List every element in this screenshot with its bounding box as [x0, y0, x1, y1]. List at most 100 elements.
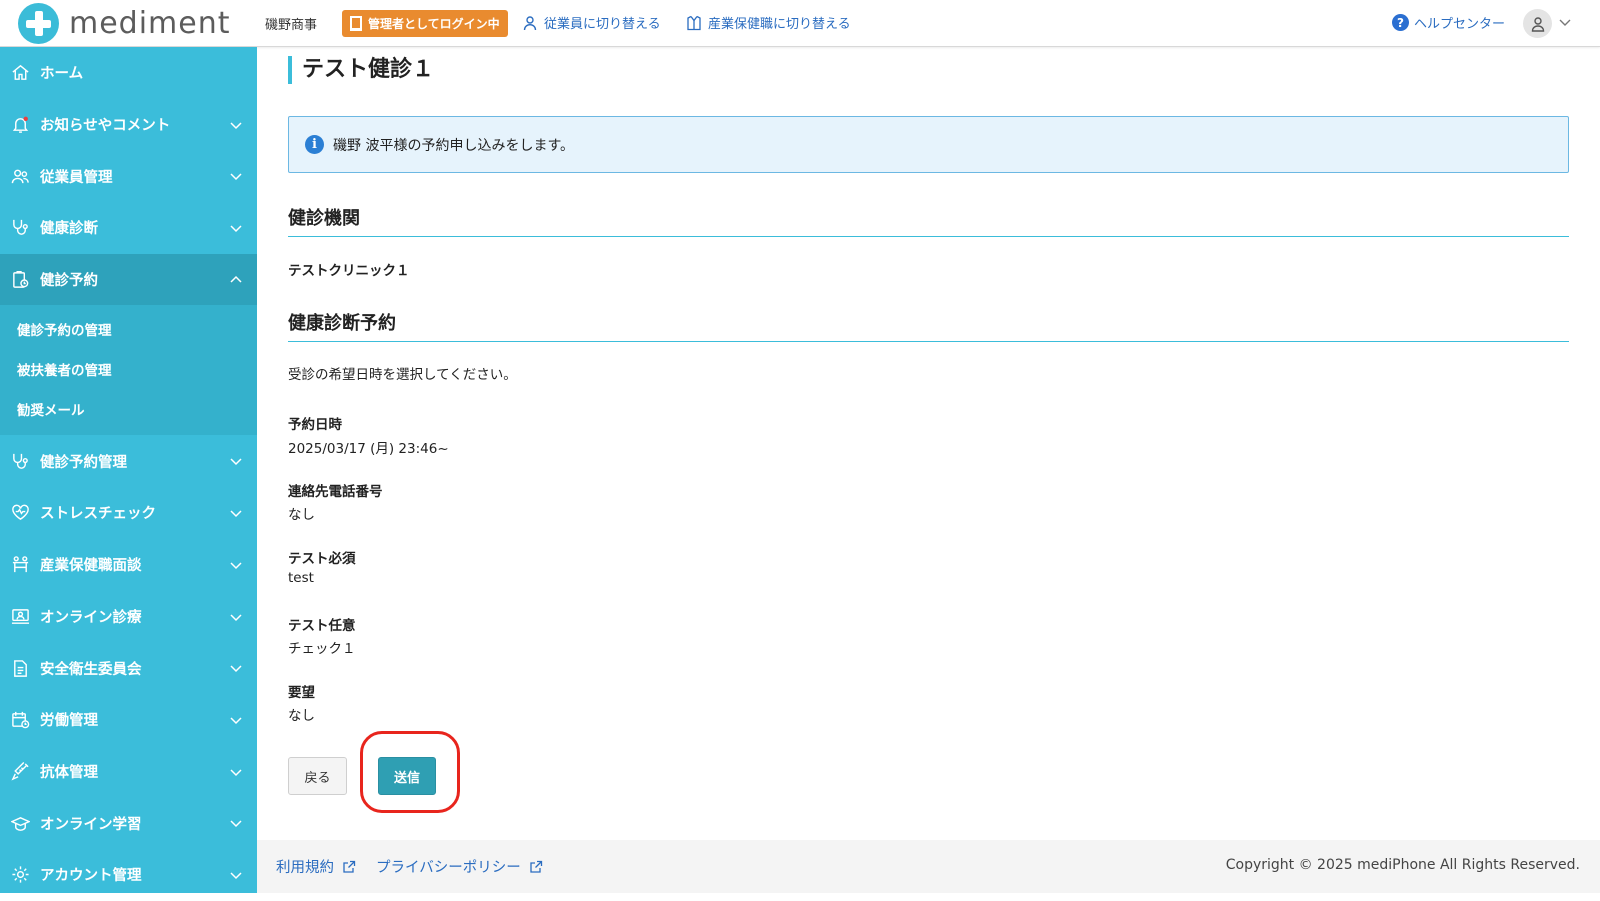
chevron-down-icon: [230, 872, 242, 879]
chevron-down-icon[interactable]: [1558, 15, 1572, 29]
help-center-label: ヘルプセンター: [1414, 17, 1506, 32]
submenu-item-reservation-manage[interactable]: 健診予約の管理: [0, 309, 257, 349]
field-label-request: 要望: [288, 685, 315, 701]
back-button[interactable]: 戻る: [288, 757, 347, 795]
sidebar-item-safety-committee[interactable]: 安全衛生委員会: [0, 642, 257, 694]
terms-link[interactable]: 利用規約: [276, 856, 356, 877]
people-icon: [10, 166, 30, 186]
reservation-instruction: 受診の希望日時を選択してください。: [288, 367, 517, 383]
logo-cross-icon: [18, 3, 59, 44]
chevron-down-icon: [230, 458, 242, 466]
sidebar-item-online-learning[interactable]: オンライン学習: [0, 797, 257, 849]
lab-coat-icon: [687, 15, 701, 30]
user-icon: [1531, 16, 1544, 32]
sidebar-item-label: 抗体管理: [40, 764, 98, 781]
document-icon: [10, 658, 30, 678]
switch-occupational-link[interactable]: 産業保健職に切り替える: [686, 13, 851, 32]
sidebar-item-label: オンライン診療: [40, 609, 142, 626]
sidebar-item-label: 健診予約管理: [40, 454, 127, 471]
field-label-phone: 連絡先電話番号: [288, 484, 383, 500]
person-icon: [523, 15, 537, 30]
field-label-test-optional: テスト任意: [288, 618, 356, 634]
institution-name: テストクリニック１: [288, 263, 410, 279]
sidebar-submenu: 健診予約の管理 被扶養者の管理 勧奨メール: [0, 305, 257, 436]
chevron-down-icon: [230, 717, 242, 724]
switch-occupational-label: 産業保健職に切り替える: [708, 17, 851, 32]
admin-login-badge: 管理者としてログイン中: [342, 10, 508, 37]
logo[interactable]: mediment: [18, 3, 231, 44]
submenu-item-label: 健診予約の管理: [17, 323, 112, 340]
submit-highlight-circle: [360, 731, 460, 813]
field-label-datetime: 予約日時: [288, 417, 342, 433]
page-title: テスト健診１: [288, 56, 434, 84]
sidebar-item-stress-check[interactable]: ストレスチェック: [0, 487, 257, 539]
user-avatar[interactable]: [1523, 9, 1552, 38]
chevron-down-icon: [230, 122, 242, 129]
sidebar-item-label: オンライン学習: [40, 816, 142, 833]
footer: 利用規約 プライバシーポリシー Copyright © 2025 mediPho…: [257, 840, 1600, 893]
sidebar-item-antibody-management[interactable]: 抗体管理: [0, 746, 257, 798]
graduation-cap-icon: [10, 813, 30, 833]
sidebar-item-label: 産業保健職面談: [40, 558, 142, 575]
sidebar-item-employees[interactable]: 従業員管理: [0, 150, 257, 202]
admin-badge-label: 管理者としてログイン中: [368, 17, 500, 31]
submenu-item-reminder-mail[interactable]: 勧奨メール: [0, 389, 257, 429]
sidebar-item-online-medical[interactable]: オンライン診療: [0, 591, 257, 643]
sidebar-item-label: 従業員管理: [40, 169, 113, 186]
info-alert: i 磯野 波平様の予約申し込みをします。: [288, 116, 1569, 173]
field-value-datetime: 2025/03/17 (月) 23:46~: [288, 441, 449, 457]
sidebar-item-checkup-reservation[interactable]: 健診予約: [0, 253, 257, 306]
logo-text: mediment: [69, 6, 231, 41]
external-link-icon: [343, 860, 356, 873]
clipboard-clock-icon: [10, 270, 30, 290]
monitor-person-icon: [10, 606, 30, 626]
chevron-down-icon: [230, 665, 242, 673]
copyright: Copyright © 2025 mediPhone All Rights Re…: [1225, 857, 1580, 873]
chevron-up-icon: [230, 275, 242, 283]
sidebar-item-notifications[interactable]: お知らせやコメント: [0, 99, 257, 151]
chevron-down-icon: [230, 510, 242, 518]
chevron-down-icon: [230, 613, 242, 621]
chevron-down-icon: [230, 769, 242, 776]
privacy-link[interactable]: プライバシーポリシー: [376, 856, 543, 877]
sidebar-item-home[interactable]: ホーム: [0, 47, 257, 99]
submenu-item-dependents[interactable]: 被扶養者の管理: [0, 349, 257, 389]
privacy-label: プライバシーポリシー: [376, 860, 521, 876]
field-value-test-required: test: [288, 570, 314, 586]
stethoscope-icon: [10, 451, 30, 471]
sidebar-item-label: お知らせやコメント: [40, 118, 171, 135]
gear-icon: [10, 865, 30, 885]
chevron-down-icon: [230, 820, 242, 828]
info-message: 磯野 波平様の予約申し込みをします。: [333, 137, 575, 154]
chevron-down-icon: [230, 562, 242, 569]
calendar-clock-icon: [10, 710, 30, 730]
building-icon: [350, 16, 362, 31]
stethoscope-icon: [10, 218, 30, 238]
sidebar: ホーム お知らせやコメント 従業員管理 健康診断 健診予約 健診予約の管理 被扶…: [0, 47, 257, 893]
top-header: mediment 磯野商事 管理者としてログイン中 従業員に切り替える 産業保健…: [0, 0, 1600, 47]
home-icon: [10, 63, 30, 83]
sidebar-item-label: 労働管理: [40, 713, 98, 730]
sidebar-item-label: 健康診断: [40, 221, 98, 238]
section-heading-institution: 健診機関: [288, 204, 1569, 237]
section-heading-reservation: 健康診断予約: [288, 309, 1569, 342]
field-value-request: なし: [288, 708, 315, 724]
sidebar-item-reservation-admin[interactable]: 健診予約管理: [0, 435, 257, 487]
bell-icon: [10, 115, 30, 135]
terms-label: 利用規約: [276, 860, 334, 876]
sidebar-item-health-checkup[interactable]: 健康診断: [0, 202, 257, 254]
submenu-item-label: 被扶養者の管理: [17, 363, 112, 380]
submenu-item-label: 勧奨メール: [17, 403, 85, 420]
sidebar-item-occupational-interview[interactable]: 産業保健職面談: [0, 539, 257, 591]
sidebar-item-labor-management[interactable]: 労働管理: [0, 694, 257, 746]
sidebar-item-label: ホーム: [40, 66, 84, 83]
switch-employee-link[interactable]: 従業員に切り替える: [522, 13, 661, 32]
external-link-icon: [530, 860, 542, 873]
help-center-link[interactable]: ? ヘルプセンター: [1392, 13, 1505, 32]
chevron-down-icon: [230, 225, 242, 233]
sidebar-item-label: 安全衛生委員会: [40, 661, 142, 678]
sidebar-item-label: アカウント管理: [40, 868, 142, 885]
field-label-test-required: テスト必須: [288, 551, 356, 567]
sidebar-item-label: 健診予約: [40, 273, 98, 290]
switch-employee-label: 従業員に切り替える: [544, 17, 661, 32]
